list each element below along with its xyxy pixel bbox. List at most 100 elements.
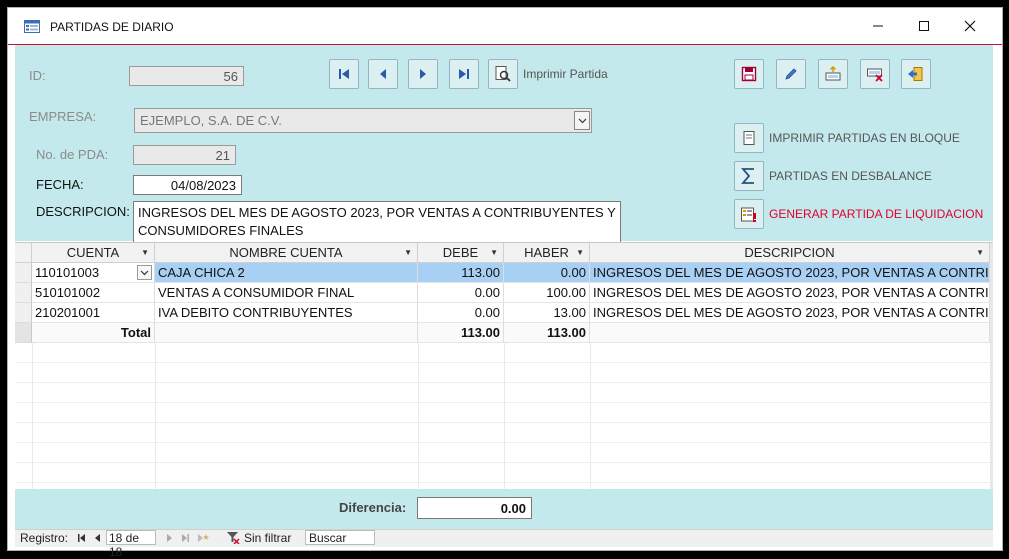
total-cell-descripcion bbox=[590, 323, 990, 343]
table-cell-cuenta[interactable]: 510101002 bbox=[32, 283, 155, 303]
empty-grid-area bbox=[15, 343, 990, 490]
print-preview-icon bbox=[495, 66, 511, 82]
table-cell-nombre[interactable]: IVA DEBITO CONTRIBUYENTES bbox=[155, 303, 418, 323]
last-record-icon bbox=[459, 69, 469, 79]
form-footer: Diferencia: 0.00 bbox=[15, 489, 993, 529]
desbalance-label[interactable]: PARTIDAS EN DESBALANCE bbox=[769, 169, 932, 183]
table-cell-debe[interactable]: 0.00 bbox=[418, 303, 504, 323]
column-header-debe[interactable]: DEBE ▼ bbox=[418, 243, 504, 263]
table-cell-haber[interactable]: 100.00 bbox=[504, 283, 590, 303]
column-header-descripcion[interactable]: DESCRIPCION ▼ bbox=[590, 243, 990, 263]
search-input[interactable]: Buscar bbox=[305, 530, 375, 545]
report-warning-icon bbox=[741, 207, 756, 222]
cuenta-dropdown-button[interactable] bbox=[137, 265, 152, 280]
form-header: ID: 56 Imprimir Partida EMPRESA: EJEMPLO… bbox=[15, 45, 993, 243]
header-label: HABER bbox=[524, 245, 569, 260]
sort-arrow-icon[interactable]: ▼ bbox=[141, 243, 149, 262]
funnel-icon bbox=[227, 532, 240, 545]
nav-first-button[interactable] bbox=[77, 532, 86, 546]
diferencia-label: Diferencia: bbox=[339, 500, 407, 515]
liquidacion-button[interactable] bbox=[734, 199, 764, 229]
header-label: DEBE bbox=[442, 245, 479, 260]
npda-field[interactable]: 21 bbox=[133, 145, 236, 165]
first-record-icon bbox=[339, 69, 349, 79]
pencil-icon bbox=[785, 68, 797, 80]
filter-status-label[interactable]: Sin filtrar bbox=[244, 531, 291, 545]
table-cell-debe[interactable]: 113.00 bbox=[418, 263, 504, 283]
nav-previous-button[interactable] bbox=[94, 532, 101, 546]
maximize-icon bbox=[919, 21, 929, 31]
table-cell-nombre[interactable]: CAJA CHICA 2 bbox=[155, 263, 418, 283]
record-position-field[interactable]: 18 de 18 bbox=[106, 530, 156, 559]
last-record-button[interactable] bbox=[449, 59, 479, 89]
maximize-button[interactable] bbox=[901, 8, 947, 44]
next-record-icon bbox=[420, 69, 426, 79]
column-header-cuenta[interactable]: CUENTA ▼ bbox=[32, 243, 155, 263]
descripcion-label: DESCRIPCION: bbox=[36, 204, 130, 219]
new-record-icon bbox=[825, 66, 841, 81]
imprimir-bloque-label[interactable]: IMPRIMIR PARTIDAS EN BLOQUE bbox=[769, 131, 960, 145]
first-record-button[interactable] bbox=[329, 59, 359, 89]
minimize-button[interactable] bbox=[855, 8, 901, 44]
table-cell-descripcion[interactable]: INGRESOS DEL MES DE AGOSTO 2023, POR VEN… bbox=[590, 303, 990, 323]
save-button[interactable] bbox=[734, 59, 764, 89]
previous-record-button[interactable] bbox=[368, 59, 398, 89]
sort-arrow-icon[interactable]: ▼ bbox=[576, 243, 584, 262]
next-record-button[interactable] bbox=[408, 59, 438, 89]
delete-record-button[interactable] bbox=[860, 59, 890, 89]
empresa-dropdown-button[interactable] bbox=[574, 111, 590, 130]
close-button[interactable] bbox=[947, 8, 993, 44]
table-cell-debe[interactable]: 0.00 bbox=[418, 283, 504, 303]
fecha-field[interactable]: 04/08/2023 bbox=[133, 175, 242, 195]
sort-arrow-icon[interactable]: ▼ bbox=[976, 243, 984, 262]
column-header-nombre[interactable]: NOMBRE CUENTA ▼ bbox=[155, 243, 418, 263]
desbalance-button[interactable] bbox=[734, 161, 764, 191]
grid-corner[interactable] bbox=[15, 243, 32, 263]
column-header-haber[interactable]: HABER ▼ bbox=[504, 243, 590, 263]
previous-record-icon bbox=[95, 534, 100, 542]
total-label: Total bbox=[32, 323, 155, 343]
table-cell-descripcion[interactable]: INGRESOS DEL MES DE AGOSTO 2023, POR VEN… bbox=[590, 263, 990, 283]
nav-next-button[interactable] bbox=[166, 532, 173, 546]
id-label: ID: bbox=[29, 68, 46, 83]
last-record-icon bbox=[182, 534, 189, 542]
table-cell-descripcion[interactable]: INGRESOS DEL MES DE AGOSTO 2023, POR VEN… bbox=[590, 283, 990, 303]
cell-text: 110101003 bbox=[35, 265, 100, 280]
nav-last-button[interactable] bbox=[181, 532, 190, 546]
sort-arrow-icon[interactable]: ▼ bbox=[404, 243, 412, 262]
imprimir-bloque-button[interactable] bbox=[734, 123, 764, 153]
table-cell-nombre[interactable]: VENTAS A CONSUMIDOR FINAL bbox=[155, 283, 418, 303]
table-cell-haber[interactable]: 0.00 bbox=[504, 263, 590, 283]
row-selector[interactable] bbox=[15, 263, 32, 283]
entries-grid: CUENTA ▼ NOMBRE CUENTA ▼ DEBE ▼ HABER ▼ DESC… bbox=[15, 242, 993, 490]
exit-button[interactable] bbox=[901, 59, 931, 89]
print-partida-label[interactable]: Imprimir Partida bbox=[523, 67, 608, 81]
id-field[interactable]: 56 bbox=[129, 66, 244, 86]
npda-label: No. de PDA: bbox=[36, 147, 109, 162]
table-cell-cuenta[interactable]: 110101003 bbox=[32, 263, 155, 283]
liquidacion-label[interactable]: GENERAR PARTIDA DE LIQUIDACION bbox=[769, 207, 983, 221]
row-selector[interactable] bbox=[15, 303, 32, 323]
sort-arrow-icon[interactable]: ▼ bbox=[490, 243, 498, 262]
first-record-icon bbox=[78, 534, 85, 542]
sigma-icon bbox=[741, 168, 754, 184]
total-haber: 113.00 bbox=[504, 323, 590, 343]
row-selector[interactable] bbox=[15, 283, 32, 303]
table-cell-cuenta[interactable]: 210201001 bbox=[32, 303, 155, 323]
empresa-value: EJEMPLO, S.A. DE C.V. bbox=[140, 113, 282, 128]
table-cell-haber[interactable]: 13.00 bbox=[504, 303, 590, 323]
total-cell-nombre bbox=[155, 323, 418, 343]
empresa-label: EMPRESA: bbox=[29, 109, 97, 124]
diferencia-field[interactable]: 0.00 bbox=[417, 497, 532, 519]
record-navigation-bar: Registro: 18 de 18 Sin filtrar Buscar bbox=[15, 529, 993, 559]
new-record-button[interactable] bbox=[818, 59, 848, 89]
filter-icon[interactable] bbox=[226, 531, 240, 547]
edit-button[interactable] bbox=[776, 59, 806, 89]
grid-scrollbar[interactable] bbox=[990, 243, 993, 490]
print-preview-button[interactable] bbox=[488, 59, 518, 89]
nav-new-button[interactable] bbox=[197, 532, 209, 546]
form-icon bbox=[24, 20, 40, 33]
minimize-icon bbox=[873, 25, 883, 27]
descripcion-field[interactable]: INGRESOS DEL MES DE AGOSTO 2023, POR VEN… bbox=[133, 201, 621, 243]
empresa-combobox[interactable]: EJEMPLO, S.A. DE C.V. bbox=[134, 108, 592, 133]
